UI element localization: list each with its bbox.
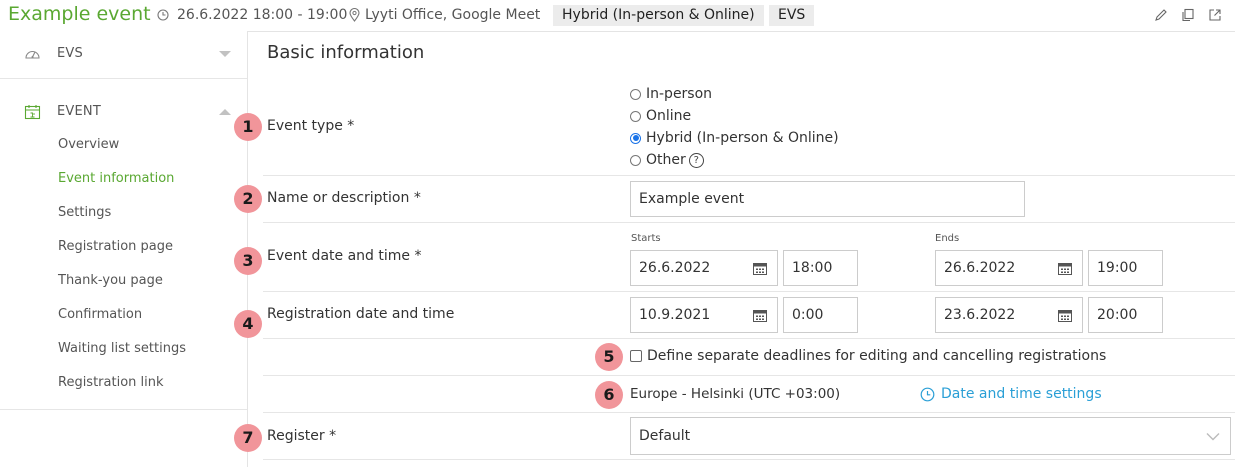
sidebar-divider [0,78,247,79]
chevron-down-icon [219,51,231,57]
event-type-label: Event type * [267,118,355,134]
sidebar-item-thank-you-page[interactable]: Thank-you page [58,273,163,288]
sidebar-divider [0,409,247,410]
sidebar-item-registration-link[interactable]: Registration link [58,375,164,390]
register-select[interactable]: Default [630,417,1231,455]
radio-button[interactable] [630,110,641,122]
radio-button[interactable] [630,154,641,166]
step-badge-1: 1 [234,113,262,141]
gauge-icon [25,50,40,59]
step-badge-2: 2 [234,185,262,213]
row-divider [263,338,1235,339]
calendar-icon[interactable] [753,309,767,322]
registration-start-date-input[interactable]: 10.9.2021 [630,297,778,333]
event-end-date-input[interactable]: 26.6.2022 [935,250,1083,286]
clock-icon [157,9,169,21]
radio-label: Hybrid (In-person & Online) [646,130,839,146]
row-divider [263,291,1235,292]
registration-start-time-input[interactable]: 0:00 [783,297,858,333]
row-divider [263,459,1235,460]
input-value: 26.6.2022 [639,260,711,276]
program-tag: EVS [769,5,815,26]
registration-datetime-label: Registration date and time [267,306,455,322]
registration-end-date-input[interactable]: 23.6.2022 [935,297,1083,333]
radio-label: Online [646,108,692,124]
separate-deadlines-checkbox[interactable] [630,350,642,362]
sidebar-item-waiting-list-settings[interactable]: Waiting list settings [58,341,186,356]
ends-label: Ends [935,233,960,244]
sidebar-group-event[interactable]: EVENT [0,89,247,135]
event-title: Example event [8,3,151,25]
section-title: Basic information [267,42,425,63]
sidebar-item-settings[interactable]: Settings [58,205,111,220]
event-datetime: 26.6.2022 18:00 - 19:00 [177,7,348,23]
event-type-tag: Hybrid (In-person & Online) [553,5,764,26]
checkbox-label: Define separate deadlines for editing an… [647,348,1107,364]
step-badge-4: 4 [234,310,262,338]
link-label: Date and time settings [941,386,1102,402]
event-location: Lyyti Office, Google Meet [365,7,541,23]
registration-end-time-input[interactable]: 20:00 [1088,297,1163,333]
radio-hybrid[interactable]: Hybrid (In-person & Online) [630,128,839,148]
calendar-icon[interactable] [1058,309,1072,322]
radio-other[interactable]: Other ? [630,150,704,170]
sidebar-group-label: EVS [57,46,83,61]
sidebar-group-evs[interactable]: EVS [0,31,247,77]
radio-in-person[interactable]: In-person [630,84,712,104]
sidebar-group-label: EVENT [57,104,101,119]
pencil-icon[interactable] [1154,8,1168,22]
step-badge-3: 3 [234,247,262,275]
help-icon[interactable]: ? [688,152,704,168]
sidebar-item-confirmation[interactable]: Confirmation [58,307,142,322]
sidebar: EVS EVENT Overview Event information Set… [0,31,248,467]
copy-icon[interactable] [1181,8,1195,22]
input-value: 26.6.2022 [944,260,1016,276]
calendar-icon[interactable] [753,262,767,275]
event-start-time-input[interactable]: 18:00 [783,250,858,286]
input-value: 10.9.2021 [639,307,711,323]
radio-label: In-person [646,86,713,102]
external-link-icon[interactable] [1208,8,1222,22]
calendar-icon[interactable] [1058,262,1072,275]
input-value: 23.6.2022 [944,307,1016,323]
top-header: Example event 26.6.2022 18:00 - 19:00 Ly… [0,0,1235,32]
calendar-icon [24,105,41,120]
timezone-value: Europe - Helsinki (UTC +03:00) [630,386,841,402]
event-end-time-input[interactable]: 19:00 [1088,250,1163,286]
name-input[interactable]: Example event [630,181,1025,217]
name-label: Name or description * [267,190,421,206]
radio-button-selected[interactable] [630,132,641,144]
step-badge-7: 7 [234,424,262,452]
location-pin-icon [349,8,360,22]
radio-online[interactable]: Online [630,106,691,126]
row-divider [263,412,1235,413]
step-badge-6: 6 [595,381,623,409]
date-time-settings-link[interactable]: Date and time settings [920,386,1102,402]
sidebar-item-event-information[interactable]: Event information [58,171,174,186]
clock-icon [920,387,935,401]
starts-label: Starts [631,233,661,244]
row-divider [263,375,1235,376]
register-label: Register * [267,428,337,444]
separate-deadlines-option[interactable]: Define separate deadlines for editing an… [630,348,1106,364]
radio-label: Other [646,152,686,168]
sidebar-item-overview[interactable]: Overview [58,137,119,152]
row-divider [263,222,1235,223]
chevron-up-icon [219,109,231,115]
radio-button[interactable] [630,88,641,100]
row-divider [263,175,1235,176]
chevron-down-icon [1206,433,1220,441]
step-badge-5: 5 [595,343,623,371]
event-start-date-input[interactable]: 26.6.2022 [630,250,778,286]
select-value: Default [639,428,691,444]
sidebar-item-registration-page[interactable]: Registration page [58,239,173,254]
event-datetime-label: Event date and time * [267,248,422,264]
